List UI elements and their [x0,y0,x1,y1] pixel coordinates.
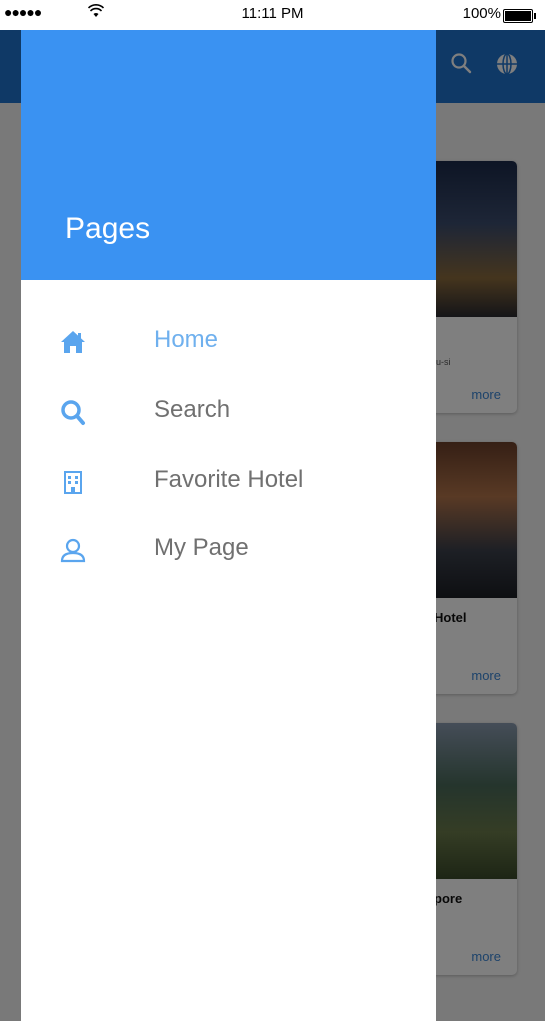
building-icon [59,468,87,496]
battery-icon [503,9,536,23]
home-icon [59,328,87,356]
drawer-title: Pages [65,212,151,245]
user-icon [59,536,87,564]
menu-item-my-page[interactable]: My Page [21,522,436,578]
menu-item-label: Home [154,326,219,353]
menu-item-home[interactable]: Home [21,314,436,370]
menu-item-label: Favorite Hotel [154,466,304,493]
battery-percent: 100% [462,5,501,22]
navigation-drawer: Pages Home Search Favorite Hotel My Page [21,30,436,1021]
menu-item-favorite-hotel[interactable]: Favorite Hotel [21,454,436,510]
drawer-header: Pages [21,30,436,280]
status-bar: ●●●●● 11:11 PM 100% [0,0,545,30]
search-icon [59,398,87,426]
menu-item-label: Search [154,396,231,423]
menu-item-label: My Page [154,534,249,561]
menu-item-search[interactable]: Search [21,384,436,440]
